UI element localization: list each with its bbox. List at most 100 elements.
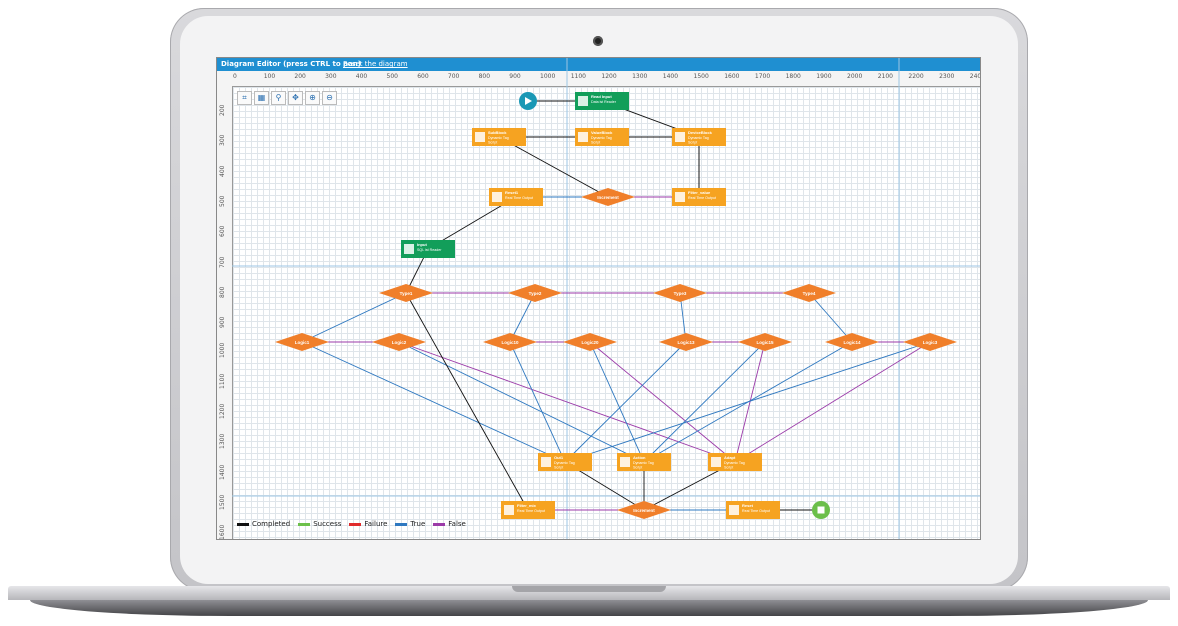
- node-subtitle-2: Script: [688, 141, 697, 145]
- grid-icon[interactable]: ▦: [254, 91, 269, 105]
- task-icon: [675, 132, 685, 142]
- node-title: Filter_value: [688, 190, 711, 195]
- edge-true: [564, 341, 687, 463]
- legend-label: False: [448, 520, 466, 528]
- edge-true: [301, 292, 407, 343]
- fit-icon[interactable]: ⌗: [237, 91, 252, 105]
- node-n_out2[interactable]: ActionDynamic TagScript: [617, 453, 671, 471]
- node-subtitle-2: Script: [591, 141, 600, 145]
- node-start[interactable]: [519, 92, 537, 110]
- legend-item: False: [433, 520, 466, 528]
- camera-icon: [593, 36, 603, 46]
- diamond-label: Type2: [529, 291, 542, 296]
- node-title: Reset1: [505, 190, 519, 195]
- node-d_t2[interactable]: Type2: [508, 284, 562, 302]
- layout-icon[interactable]: ⚲: [271, 91, 286, 105]
- diamond-label: Logic14: [843, 340, 861, 345]
- task-icon: [492, 192, 502, 202]
- node-title: Input: [417, 242, 427, 247]
- node-d_l3[interactable]: Logic10: [483, 333, 537, 351]
- diagram-toolbar: ⌗ ▦ ⚲ ✥ ⊕ ⊖: [237, 91, 337, 105]
- legend-swatch: [349, 522, 362, 526]
- node-d_l1[interactable]: Logic1: [275, 333, 329, 351]
- node-d_t4[interactable]: Type4: [782, 284, 836, 302]
- node-d_top[interactable]: Increment: [581, 188, 635, 206]
- node-n_out1[interactable]: Out1Dynamic TagScript: [538, 453, 592, 471]
- legend-label: Completed: [252, 520, 291, 528]
- task-icon: [675, 192, 685, 202]
- node-n_reset2[interactable]: ResetReal Time Output: [726, 501, 780, 519]
- node-d_t3[interactable]: Type3: [653, 284, 707, 302]
- diamond-label: Logic20: [581, 340, 599, 345]
- node-d_l5[interactable]: Logic13: [659, 333, 713, 351]
- node-title: Out1: [554, 455, 564, 460]
- diagram-graph[interactable]: Read InputData ist ReaderSubBlockDynamic…: [217, 58, 980, 539]
- node-title: SubBlock: [488, 130, 507, 135]
- node-subtitle: Dynamic Tag: [688, 136, 709, 140]
- laptop-base-shadow: [30, 600, 1148, 616]
- node-subtitle: Dynamic Tag: [591, 136, 612, 140]
- legend-swatch: [237, 522, 249, 526]
- diamond-label: Increment: [597, 195, 619, 200]
- edge-true: [589, 341, 645, 463]
- database-icon: [404, 244, 414, 254]
- diamond-label: Logic2: [392, 340, 407, 345]
- node-d_l4[interactable]: Logic20: [563, 333, 617, 351]
- diamond-label: Logic15: [756, 340, 774, 345]
- node-n_filter[interactable]: Filter_valueReal Time Output: [672, 188, 726, 206]
- legend-swatch: [395, 522, 408, 526]
- node-n_filter2[interactable]: Filter_mixReal Time Output: [501, 501, 555, 519]
- edge-true: [509, 341, 566, 463]
- node-subtitle: SQL ist Reader: [417, 248, 442, 252]
- edge-false: [734, 341, 931, 463]
- zoom-in-icon[interactable]: ⊕: [305, 91, 320, 105]
- node-title: Action: [633, 455, 646, 460]
- node-subtitle-2: Script: [554, 466, 563, 470]
- node-title: Filter_mix: [517, 503, 537, 508]
- node-d_bottom[interactable]: Increment: [617, 501, 671, 519]
- legend-label: Failure: [364, 520, 388, 528]
- node-d_l6[interactable]: Logic15: [738, 333, 792, 351]
- legend-label: True: [410, 520, 426, 528]
- node-n_input_top[interactable]: Read InputData ist Reader: [575, 92, 629, 110]
- legend-swatch: [433, 522, 446, 526]
- diamond-label: Type3: [674, 291, 687, 296]
- node-d_t1[interactable]: Type1: [379, 284, 433, 302]
- node-title: Reset: [742, 503, 754, 508]
- task-icon: [578, 132, 588, 142]
- diamond-label: Type1: [400, 291, 413, 296]
- node-subtitle: Real Time Output: [517, 509, 545, 513]
- diamond-label: Increment: [633, 508, 655, 513]
- node-d_l7[interactable]: Logic14: [825, 333, 879, 351]
- diamond-label: Logic10: [501, 340, 519, 345]
- node-n_out3[interactable]: AdaptDynamic TagScript: [708, 453, 762, 471]
- node-subtitle: Dynamic Tag: [633, 461, 654, 465]
- node-n_sub1[interactable]: SubBlockDynamic TagScript: [472, 128, 526, 146]
- database-icon: [578, 96, 588, 106]
- task-icon: [620, 457, 630, 467]
- legend-item: Success: [298, 520, 341, 528]
- screen: Diagram Editor (press CTRL to pan) Reset…: [216, 57, 981, 540]
- edge-true: [398, 341, 645, 463]
- diamond-label: Logic3: [923, 340, 938, 345]
- laptop-notch: [512, 586, 666, 592]
- task-icon: [475, 132, 485, 142]
- stop-icon: [817, 506, 825, 514]
- node-title: Adapt: [724, 455, 736, 460]
- node-n_sub2[interactable]: ValueBlockDynamic TagScript: [575, 128, 629, 146]
- diamond-label: Logic1: [295, 340, 310, 345]
- node-title: DeviceBlock: [688, 130, 713, 135]
- zoom-out-icon[interactable]: ⊖: [322, 91, 337, 105]
- pan-icon[interactable]: ✥: [288, 91, 303, 105]
- node-n_sub3[interactable]: DeviceBlockDynamic TagScript: [672, 128, 726, 146]
- node-title: ValueBlock: [591, 130, 613, 135]
- node-subtitle: Dynamic Tag: [724, 461, 745, 465]
- node-n_reset1[interactable]: Reset1Real Time Output: [489, 188, 543, 206]
- node-n_input[interactable]: InputSQL ist Reader: [401, 240, 455, 258]
- edge-completed: [405, 292, 529, 511]
- legend-item: True: [395, 520, 425, 528]
- diamond-label: Logic13: [677, 340, 695, 345]
- node-title: Read Input: [591, 94, 612, 99]
- node-end[interactable]: [812, 501, 830, 519]
- legend-item: Failure: [349, 520, 387, 528]
